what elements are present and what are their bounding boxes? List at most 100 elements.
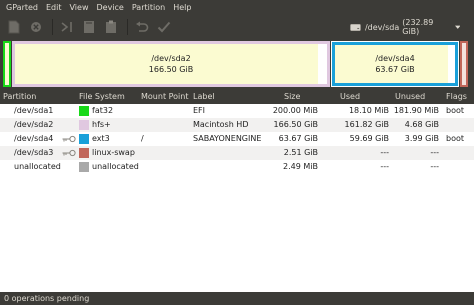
used-cell: 161.82 GiB (344, 120, 389, 129)
apply-icon (157, 21, 171, 33)
column-partition[interactable]: Partition (3, 90, 36, 104)
delete-partition-button[interactable] (26, 17, 46, 37)
unused-cell: 4.68 GiB (404, 120, 439, 129)
label-cell: SABAYONENGINE (193, 134, 262, 143)
map-segment-sda4-body: /dev/sda4 63.67 GiB (335, 45, 455, 83)
free-space-bar (447, 45, 455, 83)
filesystem-color-swatch (79, 134, 89, 144)
size-cell: 166.50 GiB (273, 120, 318, 129)
disk-icon (350, 23, 361, 31)
table-row[interactable]: /dev/sda4 ext3 / SABAYONENGINE 63.67 GiB… (0, 132, 474, 146)
map-segment-sda4[interactable]: /dev/sda4 63.67 GiB (331, 41, 459, 87)
copy-button[interactable] (79, 17, 99, 37)
menu-view[interactable]: View (67, 0, 94, 15)
copy-icon (84, 21, 94, 33)
filesystem-cell: ext3 (92, 134, 110, 143)
column-used[interactable]: Used (340, 90, 360, 104)
partition-cell: unallocated (14, 162, 61, 171)
filesystem-cell: unallocated (92, 162, 139, 171)
column-label[interactable]: Label (193, 90, 215, 104)
key-icon (62, 135, 76, 143)
filesystem-color-swatch (79, 162, 89, 172)
size-cell: 63.67 GiB (278, 134, 318, 143)
used-space-bar (15, 44, 318, 84)
size-cell: 2.49 MiB (283, 162, 318, 171)
partition-cell: /dev/sda1 (14, 106, 54, 115)
map-size-sda4: 63.67 GiB (375, 65, 415, 74)
new-icon (8, 20, 20, 34)
unused-cell: --- (430, 148, 439, 157)
size-cell: 2.51 GiB (283, 148, 318, 157)
apply-button[interactable] (154, 17, 174, 37)
device-selector[interactable]: /dev/sda (232.89 GiB) (350, 18, 460, 36)
partition-map: /dev/sda2 166.50 GiB /dev/sda4 63.67 GiB (0, 39, 474, 90)
filesystem-cell: hfs+ (92, 120, 111, 129)
chevron-down-icon (454, 25, 460, 29)
device-size: (232.89 GiB) (402, 18, 434, 36)
toolbar-separator (52, 19, 53, 35)
filesystem-color-swatch (79, 106, 89, 116)
undo-button[interactable] (132, 17, 152, 37)
paste-button[interactable] (101, 17, 121, 37)
map-label-sda4: /dev/sda4 (375, 54, 415, 63)
partition-table-header: Partition File System Mount Point Label … (0, 90, 474, 104)
filesystem-cell: linux-swap (92, 148, 135, 157)
unused-cell: 3.99 GiB (404, 134, 439, 143)
menu-device[interactable]: Device (93, 0, 128, 15)
flags-cell: boot (446, 106, 465, 115)
table-row[interactable]: /dev/sda2 hfs+ Macintosh HD 166.50 GiB 1… (0, 118, 474, 132)
free-space-bar (317, 44, 327, 84)
delete-icon (31, 22, 41, 32)
label-cell: Macintosh HD (193, 120, 249, 129)
filesystem-color-swatch (79, 120, 89, 130)
mount-cell: / (141, 134, 144, 143)
partition-table: /dev/sda1 fat32 EFI 200.00 MiB 18.10 MiB… (0, 104, 474, 292)
device-name: /dev/sda (364, 22, 400, 32)
paste-icon (106, 20, 116, 33)
unused-cell: 181.90 MiB (393, 106, 439, 115)
menu-bar: GParted Edit View Device Partition Help (0, 0, 474, 15)
column-flags[interactable]: Flags (446, 90, 467, 104)
resize-move-icon (61, 22, 72, 32)
undo-icon (136, 21, 149, 32)
map-segment-sda3-fill (462, 43, 466, 85)
map-segment-sda3[interactable] (460, 41, 468, 87)
table-row[interactable]: unallocated unallocated 2.49 MiB --- --- (0, 160, 474, 174)
menu-partition[interactable]: Partition (129, 0, 170, 15)
table-row[interactable]: /dev/sda1 fat32 EFI 200.00 MiB 18.10 MiB… (0, 104, 474, 118)
used-cell: --- (380, 162, 389, 171)
map-segment-sda2[interactable]: /dev/sda2 166.50 GiB (12, 41, 330, 87)
menu-edit[interactable]: Edit (43, 0, 67, 15)
new-partition-button[interactable] (4, 17, 24, 37)
table-row[interactable]: /dev/sda3 linux-swap 2.51 GiB --- --- (0, 146, 474, 160)
label-cell: EFI (193, 106, 206, 115)
filesystem-color-swatch (79, 148, 89, 158)
toolbar: /dev/sda (232.89 GiB) (0, 15, 474, 39)
used-cell: --- (380, 148, 389, 157)
map-segment-sda1[interactable] (3, 41, 11, 87)
resize-move-button[interactable] (57, 17, 77, 37)
filesystem-cell: fat32 (92, 106, 114, 115)
map-segment-sda2-body: /dev/sda2 166.50 GiB (15, 44, 327, 84)
unused-cell: --- (430, 162, 439, 171)
status-bar: 0 operations pending (0, 292, 474, 305)
used-cell: 18.10 MiB (348, 106, 389, 115)
menu-help[interactable]: Help (170, 0, 196, 15)
column-unused[interactable]: Unused (395, 90, 425, 104)
column-filesystem[interactable]: File System (79, 90, 125, 104)
partition-cell: /dev/sda3 (14, 148, 54, 157)
map-size-sda2: 166.50 GiB (148, 65, 194, 74)
menu-gparted[interactable]: GParted (3, 0, 43, 15)
used-cell: 59.69 GiB (349, 134, 389, 143)
key-icon (62, 149, 76, 157)
map-segment-sda1-fill (5, 43, 9, 85)
size-cell: 200.00 MiB (272, 106, 318, 115)
column-size[interactable]: Size (284, 90, 300, 104)
map-label-sda2: /dev/sda2 (151, 54, 191, 63)
used-space-bar (335, 45, 448, 83)
toolbar-separator (127, 19, 128, 35)
column-mount-point[interactable]: Mount Point (141, 90, 188, 104)
status-text: 0 operations pending (4, 294, 90, 303)
partition-cell: /dev/sda4 (14, 134, 54, 143)
flags-cell: boot (446, 134, 465, 143)
